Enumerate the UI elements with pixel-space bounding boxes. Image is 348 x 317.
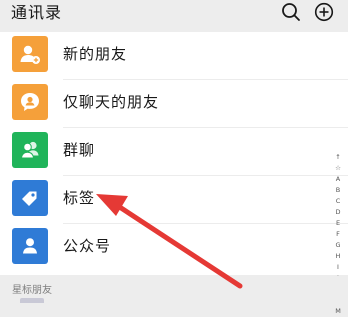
menu-item-group-chats[interactable]: 群聊 (0, 128, 348, 176)
tag-icon (12, 180, 48, 216)
header-bar: 通讯录 (0, 0, 348, 32)
index-letter[interactable]: D (335, 207, 340, 218)
menu-item-label: 新的朋友 (63, 45, 128, 63)
index-letter[interactable]: I (337, 262, 339, 273)
contacts-menu-list: 新的朋友 仅聊天的朋友 群聊 标签 公众号 ↑ ☆ A B C D E F G … (0, 32, 348, 315)
index-letter[interactable]: E (336, 218, 340, 229)
chat-only-friend-icon (12, 84, 48, 120)
menu-item-label: 仅聊天的朋友 (63, 93, 160, 111)
add-circle-icon[interactable] (312, 0, 336, 24)
index-letter[interactable]: F (336, 229, 340, 240)
add-friend-icon (12, 36, 48, 72)
starred-friends-section-header: 星标朋友 (0, 276, 348, 303)
menu-item-official-accounts[interactable]: 公众号 (0, 224, 348, 272)
menu-item-label: 群聊 (63, 141, 96, 159)
index-letter[interactable]: G (335, 240, 340, 251)
avatar (20, 298, 44, 303)
menu-item-new-friends[interactable]: 新的朋友 (0, 32, 348, 80)
index-letter[interactable]: M (335, 306, 341, 317)
official-account-icon (12, 228, 48, 264)
index-letter[interactable]: H (336, 251, 341, 262)
section-title: 星标朋友 (12, 285, 52, 296)
index-letter[interactable]: B (336, 185, 340, 196)
index-letter[interactable]: A (336, 174, 340, 185)
menu-item-label: 公众号 (63, 237, 112, 255)
menu-item-tags[interactable]: 标签 (0, 176, 348, 224)
index-letter[interactable]: ☆ (335, 163, 341, 174)
menu-item-label: 标签 (63, 189, 96, 207)
group-chat-icon (12, 132, 48, 168)
search-icon[interactable] (279, 0, 303, 24)
page-title: 通讯录 (11, 3, 63, 22)
menu-item-chat-only-friends[interactable]: 仅聊天的朋友 (0, 80, 348, 128)
index-letter[interactable]: C (336, 196, 341, 207)
index-letter[interactable]: ↑ (335, 152, 340, 163)
